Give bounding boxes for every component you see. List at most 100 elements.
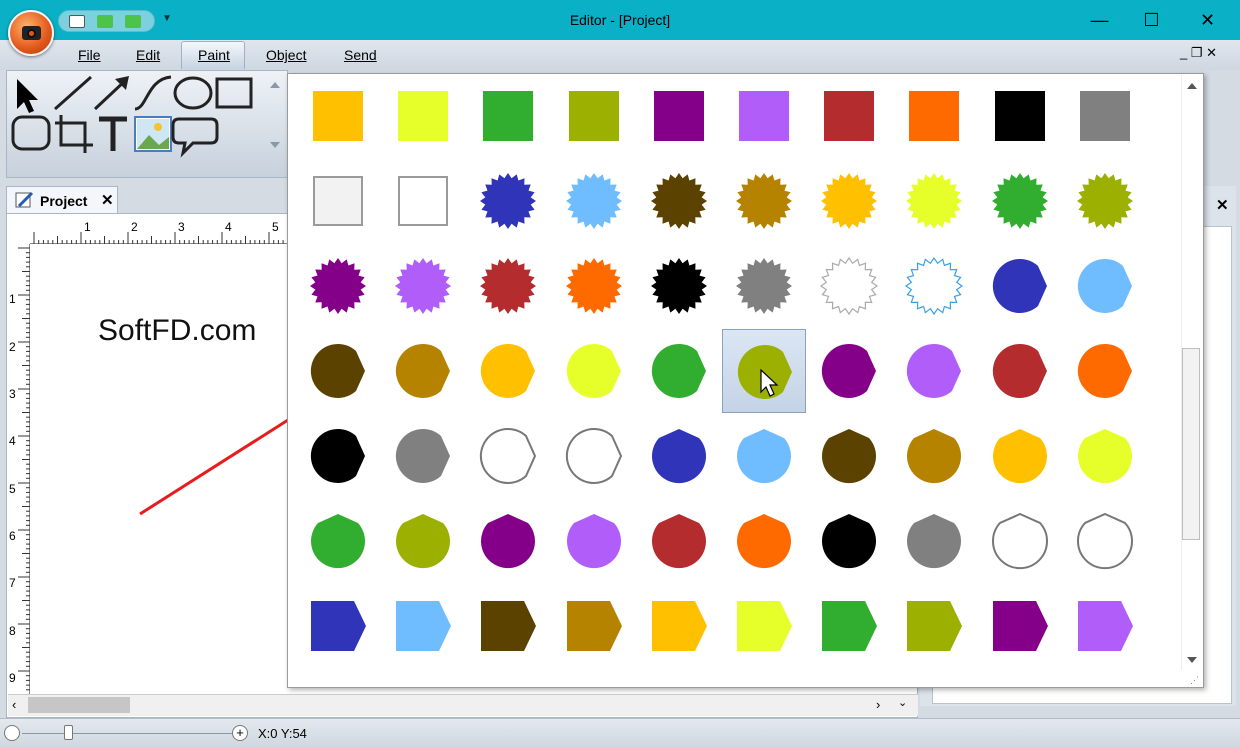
gallery-shape-drop-up[interactable] [552, 499, 636, 583]
gallery-shape-starburst[interactable] [892, 159, 976, 243]
horizontal-scrollbar[interactable]: ‹ › ⌄ [8, 694, 918, 716]
gallery-shape-drop-up[interactable] [637, 414, 721, 498]
gallery-shape-drop-up[interactable] [296, 499, 380, 583]
gallery-shape-pentagon-arrow[interactable] [552, 584, 636, 668]
gallery-shape-square[interactable] [978, 74, 1062, 158]
zoom-in-icon[interactable]: + [232, 725, 248, 741]
gallery-shape-drop-right[interactable] [296, 329, 380, 413]
gallery-shape-square[interactable] [1063, 74, 1147, 158]
gallery-shape-starburst-outline-blue[interactable] [892, 244, 976, 328]
pointer-icon[interactable] [17, 79, 38, 113]
resize-grip-icon[interactable]: ⋰ [1190, 675, 1199, 686]
gallery-shape-drop-right-outline[interactable] [552, 414, 636, 498]
gallery-shape-pentagon-arrow[interactable] [892, 584, 976, 668]
tool-panel-scroll[interactable] [266, 74, 284, 156]
gallery-shape-drop-up[interactable] [892, 414, 976, 498]
gallery-shape-drop-right[interactable] [1063, 244, 1147, 328]
gallery-shape-drop-up[interactable] [722, 499, 806, 583]
gallery-shape-starburst-outline[interactable] [807, 244, 891, 328]
gallery-scroll-thumb[interactable] [1182, 348, 1200, 540]
gallery-shape-drop-up-outline[interactable] [1063, 499, 1147, 583]
gallery-shape-starburst[interactable] [978, 159, 1062, 243]
gallery-shape-drop-up-outline[interactable] [978, 499, 1062, 583]
gallery-shape-square[interactable] [466, 74, 550, 158]
scroll-thumb[interactable] [28, 697, 130, 713]
text-icon[interactable] [99, 116, 127, 151]
undo-icon[interactable] [97, 15, 113, 28]
gallery-shape-pentagon-arrow[interactable] [978, 584, 1062, 668]
mdi-controls[interactable]: _ ❐ ✕ [1180, 45, 1217, 61]
gallery-shape-drop-right[interactable] [978, 244, 1062, 328]
drawing-canvas[interactable] [30, 244, 288, 694]
gallery-shape-drop-right[interactable] [807, 329, 891, 413]
gallery-shape-starburst[interactable] [381, 244, 465, 328]
gallery-shape-drop-up[interactable] [807, 499, 891, 583]
gallery-shape-drop-right[interactable] [722, 329, 806, 413]
scroll-left-icon[interactable]: ‹ [12, 697, 16, 712]
menu-file[interactable]: File [76, 47, 103, 67]
gallery-shape-drop-right[interactable] [381, 414, 465, 498]
qat-dropdown-icon[interactable]: ▼ [162, 13, 172, 24]
gallery-shape-square[interactable] [381, 74, 465, 158]
scroll-down-icon[interactable]: ⌄ [898, 696, 907, 709]
gallery-shape-square[interactable] [637, 74, 721, 158]
gallery-shape-starburst[interactable] [466, 159, 550, 243]
gallery-shape-pentagon-arrow[interactable] [637, 584, 721, 668]
gallery-shape-drop-right[interactable] [978, 329, 1062, 413]
gallery-shape-drop-up[interactable] [722, 414, 806, 498]
gallery-shape-pentagon-arrow[interactable] [807, 584, 891, 668]
gallery-shape-drop-right[interactable] [892, 329, 976, 413]
tab-project[interactable]: Project ✕ [6, 186, 118, 213]
gallery-shape-drop-up[interactable] [466, 499, 550, 583]
gallery-shape-starburst[interactable] [466, 244, 550, 328]
gallery-shape-pentagon-arrow[interactable] [722, 584, 806, 668]
redo-icon[interactable] [125, 15, 141, 28]
image-icon[interactable] [134, 116, 172, 152]
gallery-shape-drop-right[interactable] [1063, 329, 1147, 413]
menu-send[interactable]: Send [342, 47, 379, 67]
gallery-shape-square[interactable] [552, 74, 636, 158]
gallery-shape-square-outline[interactable] [381, 159, 465, 243]
gallery-shape-starburst[interactable] [807, 159, 891, 243]
gallery-shape-starburst[interactable] [296, 244, 380, 328]
gallery-shape-pentagon-arrow[interactable] [1063, 584, 1147, 668]
gallery-shape-pentagon-arrow[interactable] [466, 584, 550, 668]
gallery-shape-drop-up[interactable] [637, 499, 721, 583]
dock-close-icon[interactable]: ✕ [1216, 196, 1229, 214]
gallery-shape-square[interactable] [892, 74, 976, 158]
menu-paint[interactable]: Paint [196, 47, 232, 67]
menu-object[interactable]: Object [264, 47, 308, 67]
gallery-shape-square[interactable] [296, 74, 380, 158]
callout-icon[interactable] [171, 117, 219, 158]
gallery-shape-starburst[interactable] [1063, 159, 1147, 243]
gallery-shape-square[interactable] [807, 74, 891, 158]
gallery-shape-drop-right-outline[interactable] [466, 414, 550, 498]
arrow-icon[interactable] [93, 76, 129, 111]
gallery-shape-pentagon-arrow[interactable] [381, 584, 465, 668]
tab-close-icon[interactable]: ✕ [101, 191, 114, 209]
canvas-text[interactable]: SoftFD.com [98, 314, 256, 348]
gallery-shape-starburst[interactable] [552, 244, 636, 328]
gallery-shape-drop-up[interactable] [1063, 414, 1147, 498]
gallery-shape-starburst[interactable] [552, 159, 636, 243]
gallery-shape-starburst[interactable] [637, 159, 721, 243]
zoom-slider-track[interactable] [22, 733, 232, 734]
gallery-shape-drop-right[interactable] [552, 329, 636, 413]
close-button[interactable]: ✕ [1184, 0, 1231, 40]
gallery-shape-starburst[interactable] [722, 159, 806, 243]
gallery-shape-drop-right[interactable] [296, 414, 380, 498]
gallery-shape-square[interactable] [722, 74, 806, 158]
gallery-shape-drop-right[interactable] [381, 329, 465, 413]
gallery-shape-drop-up[interactable] [807, 414, 891, 498]
gallery-shape-square-outline[interactable] [296, 159, 380, 243]
rounded-rect-icon[interactable] [11, 115, 51, 151]
red-line-shape[interactable] [139, 418, 288, 516]
curve-icon[interactable] [134, 75, 172, 111]
gallery-shape-starburst[interactable] [722, 244, 806, 328]
gallery-shape-drop-up[interactable] [978, 414, 1062, 498]
gallery-shape-drop-up[interactable] [892, 499, 976, 583]
gallery-shape-starburst[interactable] [637, 244, 721, 328]
zoom-slider-thumb[interactable] [64, 725, 73, 740]
ellipse-icon[interactable] [173, 76, 213, 110]
scroll-right-icon[interactable]: › [876, 697, 880, 712]
